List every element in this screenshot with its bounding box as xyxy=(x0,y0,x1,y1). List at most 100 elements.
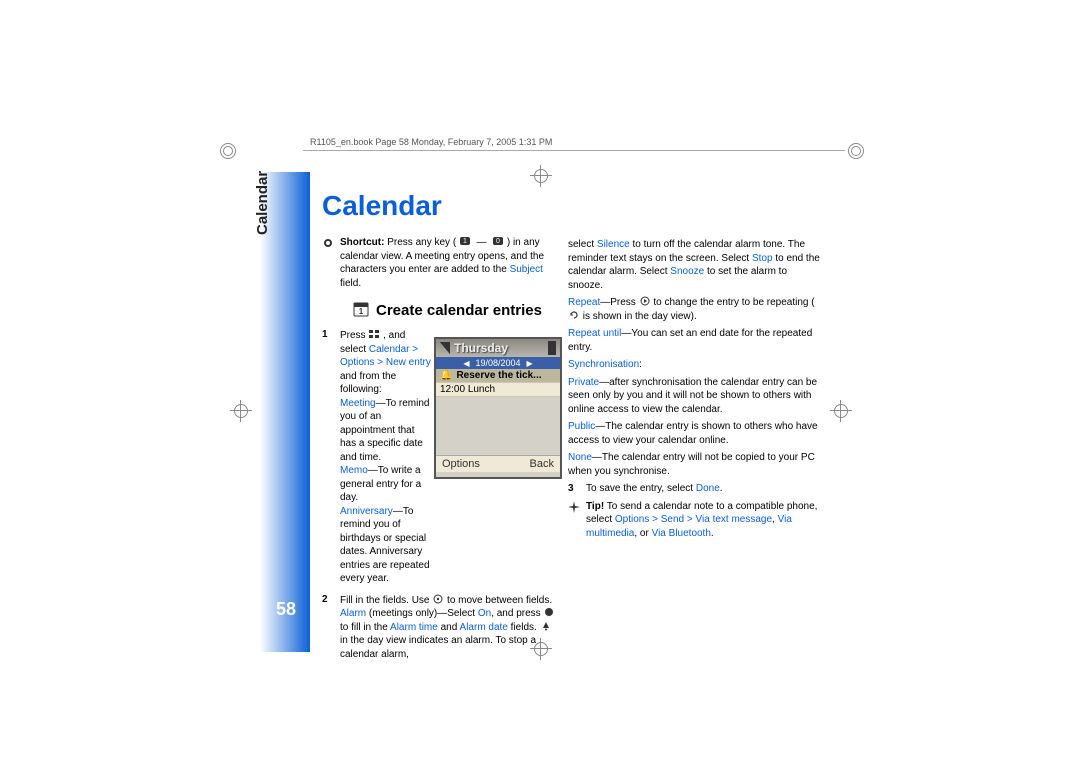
text: (meetings only)—Select xyxy=(366,608,478,619)
section-side-label: Calendar xyxy=(254,171,271,235)
text: —Press xyxy=(600,297,638,308)
crop-mark xyxy=(220,143,236,159)
chevron-left-icon: ◀ xyxy=(463,359,469,368)
crop-line xyxy=(303,150,845,152)
silence-label: Silence xyxy=(597,239,630,250)
private-label: Private xyxy=(568,377,599,388)
text: , and press xyxy=(491,608,543,619)
phone-entry-text: Lunch xyxy=(468,384,495,395)
send-text-path: Options > Send > Via text message xyxy=(615,514,772,525)
text: and from the following: xyxy=(340,371,396,396)
page-title: Calendar xyxy=(322,190,822,222)
battery-icon xyxy=(548,341,556,355)
bell-icon xyxy=(540,621,552,631)
none-label: None xyxy=(568,452,592,463)
phone-softkey-right: Back xyxy=(530,458,554,470)
step-number: 2 xyxy=(322,594,332,662)
subject-link: Subject xyxy=(510,264,543,275)
meeting-label: Meeting xyxy=(340,398,376,409)
register-mark xyxy=(830,400,852,422)
send-bt-path: Via Bluetooth xyxy=(652,528,711,539)
text: . xyxy=(711,528,714,539)
synchronisation-label: Synchronisation xyxy=(568,359,639,370)
text: and xyxy=(438,622,460,633)
text: to fill in the xyxy=(340,622,390,633)
text: select xyxy=(568,239,597,250)
text: fields. xyxy=(508,622,540,633)
register-mark xyxy=(530,165,552,187)
sparkle-icon xyxy=(322,237,334,249)
scroll-key-icon xyxy=(432,594,444,604)
phone-date: 19/08/2004 xyxy=(475,358,520,368)
phone-day-label: Thursday xyxy=(454,341,544,355)
repeat-until-label: Repeat until xyxy=(568,328,621,339)
menu-key-icon xyxy=(368,329,380,339)
alarm-time-label: Alarm time xyxy=(390,622,438,633)
tip-note: Tip! To send a calendar note to a compat… xyxy=(568,500,822,541)
tip-label: Tip! xyxy=(586,501,604,512)
text: Press any key ( xyxy=(384,237,456,248)
list-item: 1 Press , and select Calendar > Options … xyxy=(322,329,432,586)
register-mark xyxy=(230,400,252,422)
text: , or xyxy=(634,528,651,539)
text: to move between fields. xyxy=(447,595,552,606)
right-key-icon xyxy=(639,296,651,306)
text: —The calendar entry is shown to others w… xyxy=(568,421,818,446)
phone-softkey-left: Options xyxy=(442,458,480,470)
phone-entry-time: 12:00 xyxy=(440,384,465,395)
bell-icon: 🔔 xyxy=(440,370,452,381)
repeat-label: Repeat xyxy=(568,297,600,308)
stop-label: Stop xyxy=(752,253,773,264)
phone-screenshot: Thursday ◀ 19/08/2004 ▶ 🔔 Reserve the ti… xyxy=(434,337,562,479)
snooze-label: Snooze xyxy=(670,266,704,277)
text: To save the entry, select xyxy=(586,483,696,494)
list-item: 2 Fill in the fields. Use to move betwee… xyxy=(322,594,560,662)
svg-text:1: 1 xyxy=(463,238,467,245)
repeat-icon xyxy=(568,310,580,320)
public-label: Public xyxy=(568,421,595,432)
text: —The calendar entry will not be copied t… xyxy=(568,452,815,477)
select-key-icon xyxy=(543,607,555,617)
section-heading-text: Create calendar entries xyxy=(376,302,542,319)
on-label: On xyxy=(478,608,491,619)
phone-softkeys: Options Back xyxy=(436,455,560,472)
running-header: R1105_en.book Page 58 Monday, February 7… xyxy=(310,137,552,147)
phone-body xyxy=(436,397,560,455)
text: —after synchronisation the calendar entr… xyxy=(568,377,817,415)
step-number: 3 xyxy=(568,482,578,496)
sparkle-icon xyxy=(568,501,580,513)
phone-entry-text: Reserve the tick... xyxy=(456,370,541,381)
done-label: Done xyxy=(696,483,720,494)
memo-label: Memo xyxy=(340,465,368,476)
svg-text:1: 1 xyxy=(359,307,364,316)
phone-entry: 12:00 Lunch xyxy=(436,383,560,397)
svg-text:0: 0 xyxy=(496,238,500,245)
text: . xyxy=(720,483,723,494)
shortcut-label: Shortcut: xyxy=(340,237,384,248)
text: Fill in the fields. Use xyxy=(340,595,432,606)
right-column: select Silence to turn off the calendar … xyxy=(568,238,822,550)
page-number: 58 xyxy=(276,599,296,620)
sidebar-banner xyxy=(260,172,310,652)
anniversary-label: Anniversary xyxy=(340,506,393,517)
phone-status-bar: Thursday xyxy=(436,339,560,357)
step-number: 1 xyxy=(322,329,332,586)
text: field. xyxy=(340,278,361,289)
key-0-icon: 0 xyxy=(492,236,504,246)
key-1-icon: 1 xyxy=(459,236,471,246)
shortcut-note: Shortcut: Press any key ( 1 — 0 ) in any… xyxy=(322,236,560,290)
text: in the day view indicates an alarm. To s… xyxy=(340,635,536,660)
crop-mark xyxy=(848,143,864,159)
text: —To remind you of birthdays or special d… xyxy=(340,506,430,585)
text: Press xyxy=(340,330,368,341)
phone-entry-selected: 🔔 Reserve the tick... xyxy=(436,369,560,383)
chevron-right-icon: ▶ xyxy=(527,359,533,368)
text: to change the entry to be repeating ( xyxy=(653,297,814,308)
text: is shown in the day view). xyxy=(583,311,697,322)
alarm-date-label: Alarm date xyxy=(460,622,508,633)
phone-date-bar: ◀ 19/08/2004 ▶ xyxy=(436,357,560,369)
list-item: 3 To save the entry, select Done. xyxy=(568,482,822,496)
calendar-icon: 1 xyxy=(352,300,370,318)
signal-icon xyxy=(440,342,450,354)
alarm-label: Alarm xyxy=(340,608,366,619)
